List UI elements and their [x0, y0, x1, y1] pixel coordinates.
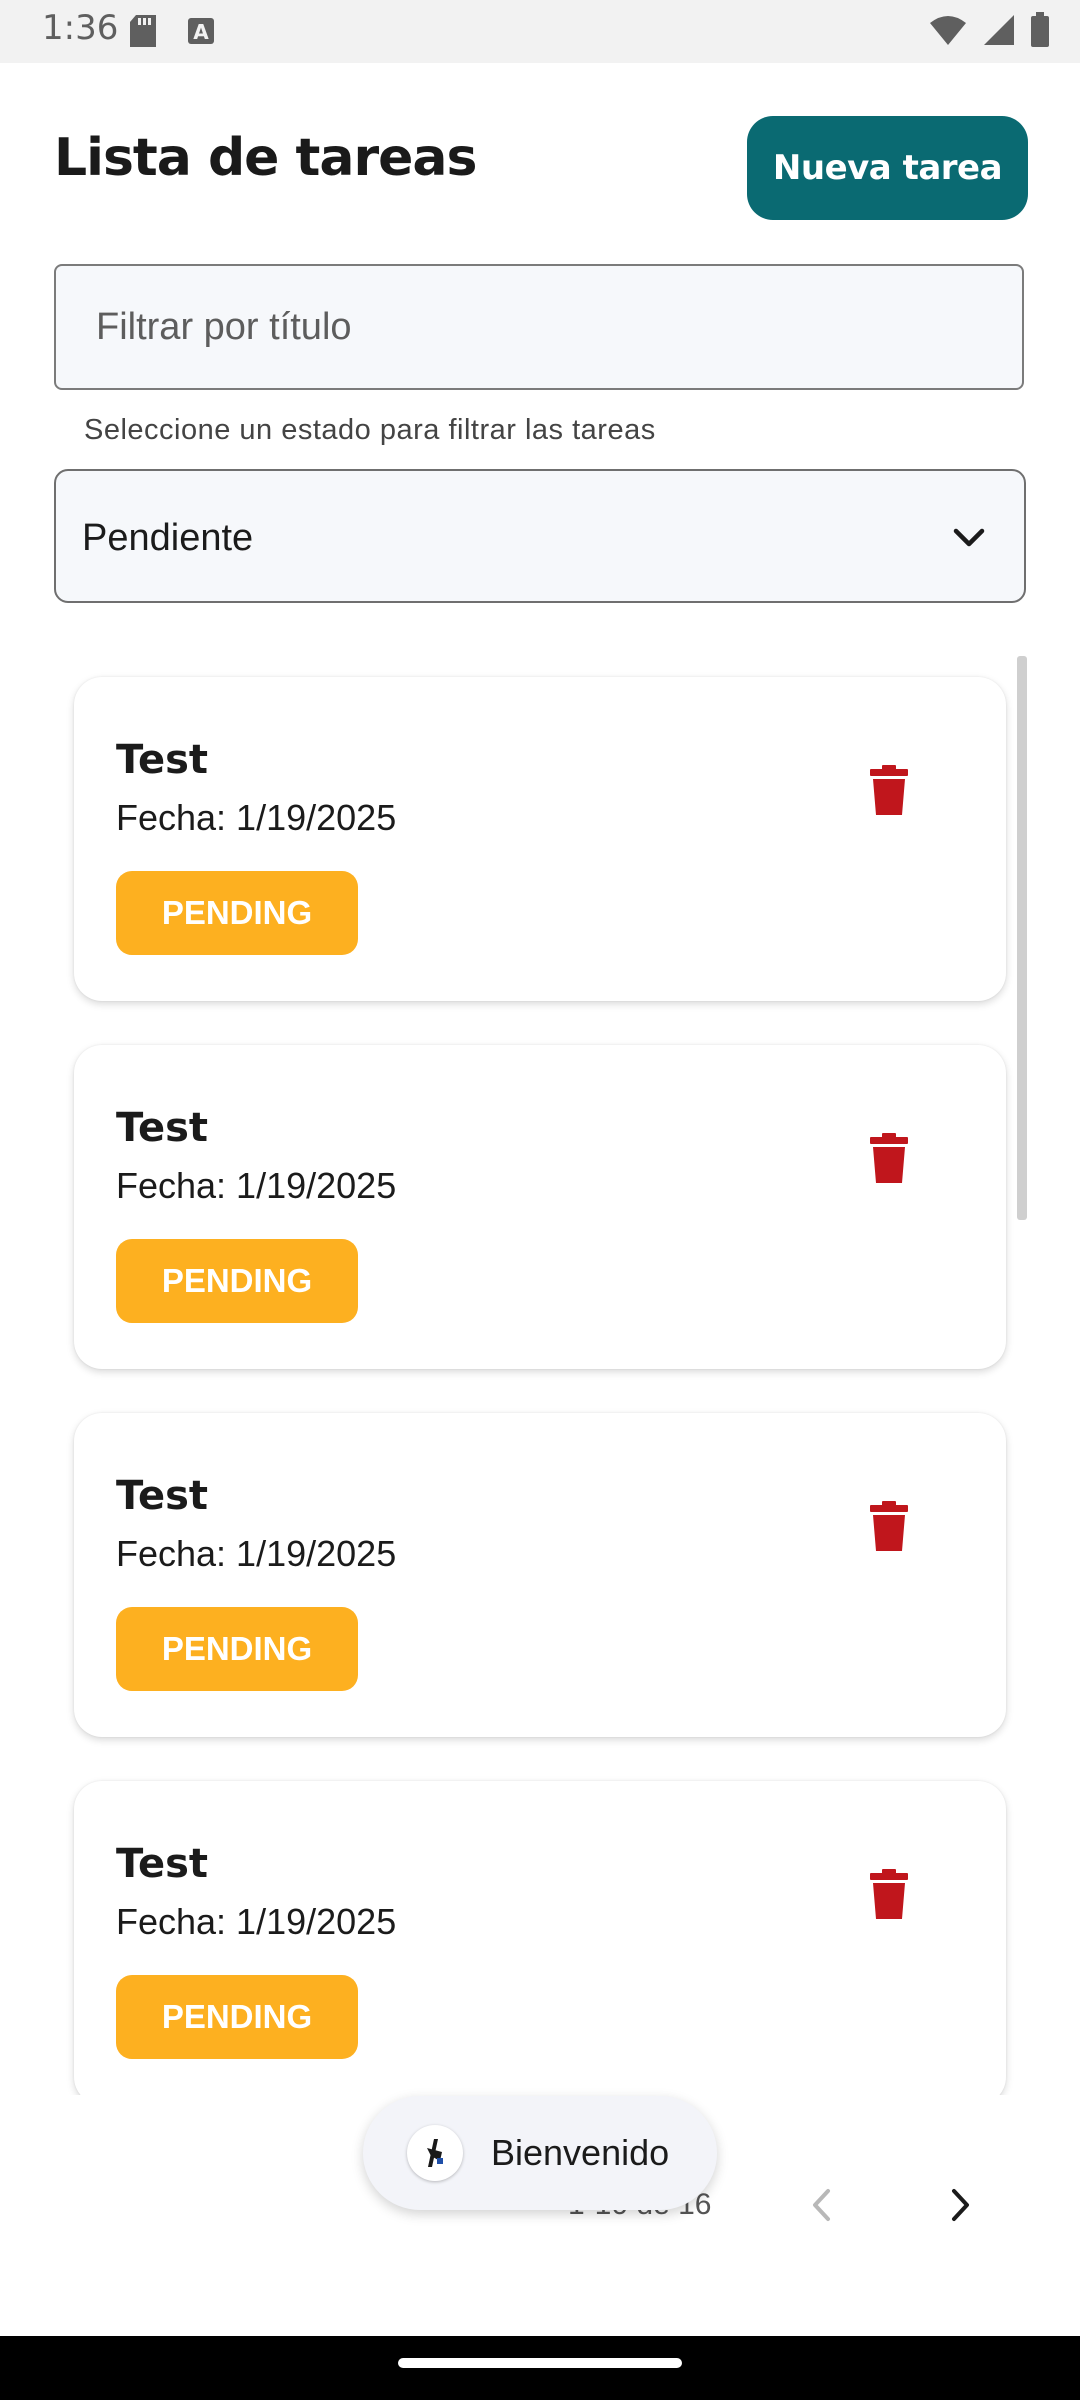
next-page-icon[interactable]: [942, 2186, 976, 2229]
task-date: Fecha: 1/19/2025: [116, 797, 397, 838]
welcome-snackbar: Bienvenido: [363, 2096, 717, 2210]
app-logo-icon: [407, 2125, 463, 2181]
delete-icon[interactable]: [870, 1133, 920, 1189]
task-card[interactable]: Test Fecha: 1/19/2025 PENDING: [74, 1781, 1006, 2095]
delete-icon[interactable]: [870, 765, 920, 821]
title-filter-input[interactable]: [54, 264, 1024, 390]
list-scrollbar[interactable]: [1017, 656, 1027, 1220]
wifi-icon: [928, 13, 968, 52]
task-card[interactable]: Test Fecha: 1/19/2025 PENDING: [74, 677, 1006, 1001]
task-list[interactable]: Test Fecha: 1/19/2025 PENDING Test Fecha…: [0, 655, 1080, 2095]
task-title: Test: [116, 1841, 209, 1887]
status-badge: PENDING: [116, 1239, 358, 1323]
status-bar: 1:36 A: [0, 0, 1080, 63]
state-filter-helper: Seleccione un estado para filtrar las ta…: [84, 414, 656, 446]
new-task-button[interactable]: Nueva tarea: [747, 116, 1028, 220]
task-date: Fecha: 1/19/2025: [116, 1533, 397, 1574]
battery-icon: [1030, 12, 1050, 53]
chevron-down-icon: [952, 527, 986, 554]
prev-page-icon[interactable]: [806, 2186, 840, 2229]
signal-icon: [982, 13, 1016, 52]
delete-icon[interactable]: [870, 1869, 920, 1925]
delete-icon[interactable]: [870, 1501, 920, 1557]
state-filter-value: Pendiente: [82, 517, 254, 559]
task-card[interactable]: Test Fecha: 1/19/2025 PENDING: [74, 1413, 1006, 1737]
task-date: Fecha: 1/19/2025: [116, 1165, 397, 1206]
task-date: Fecha: 1/19/2025: [116, 1901, 397, 1942]
status-badge: PENDING: [116, 1607, 358, 1691]
home-handle[interactable]: [398, 2358, 682, 2368]
status-badge: PENDING: [116, 1975, 358, 2059]
sd-card-icon: [128, 14, 158, 53]
task-title: Test: [116, 1105, 209, 1151]
task-title: Test: [116, 1473, 209, 1519]
status-badge: PENDING: [116, 871, 358, 955]
page-title: Lista de tareas: [54, 128, 477, 188]
task-card[interactable]: Test Fecha: 1/19/2025 PENDING: [74, 1045, 1006, 1369]
task-title: Test: [116, 737, 209, 783]
keyboard-a-icon: A: [186, 14, 216, 53]
snackbar-message: Bienvenido: [491, 2132, 670, 2173]
svg-text:A: A: [193, 20, 209, 44]
status-time: 1:36: [42, 8, 119, 48]
state-filter-select[interactable]: Pendiente: [54, 469, 1026, 603]
system-nav-bar: [0, 2336, 1080, 2400]
